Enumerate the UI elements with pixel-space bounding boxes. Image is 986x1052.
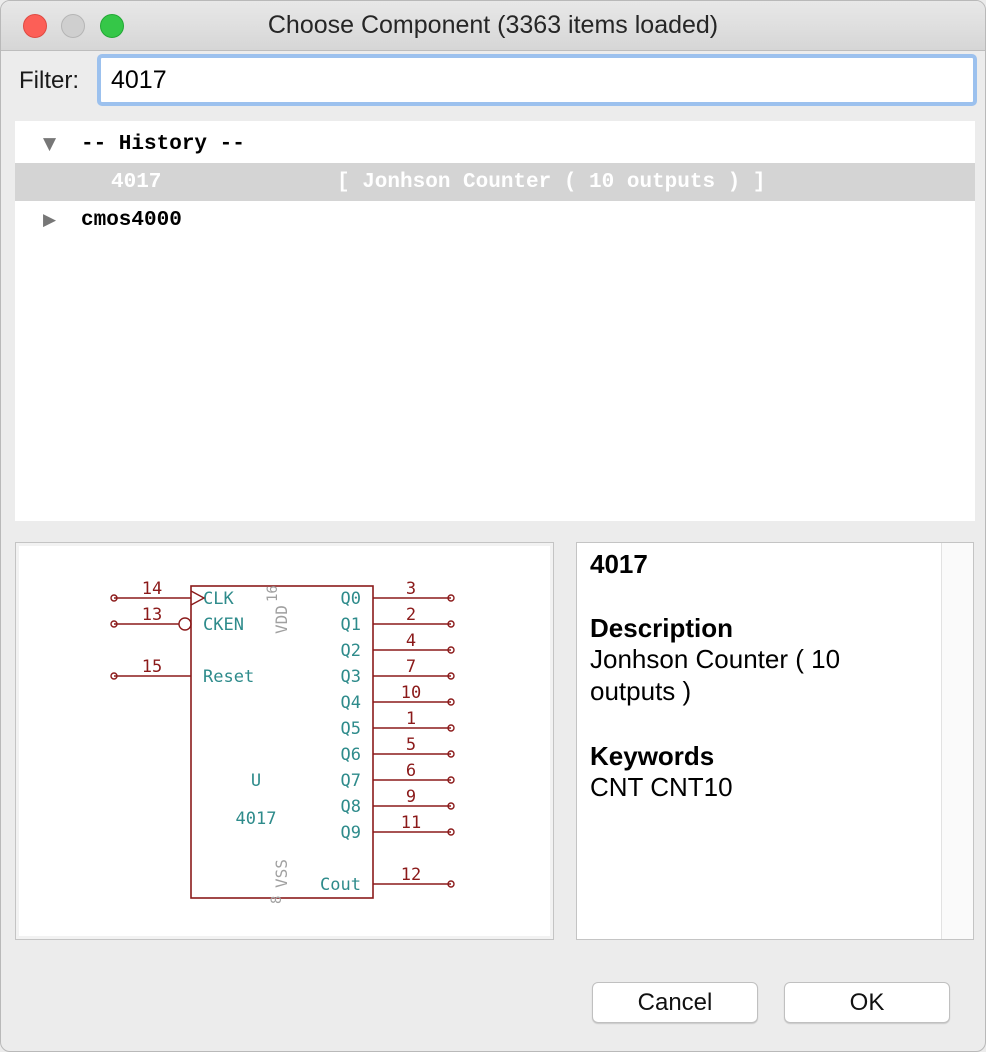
window-title: Choose Component (3363 items loaded): [267, 11, 719, 39]
details-scrollbar[interactable]: [941, 543, 973, 939]
history-item-description: [ Jonhson Counter ( 10 outputs ) ]: [337, 171, 766, 194]
details-panel: 4017 Description Jonhson Counter ( 10 ou…: [576, 542, 974, 940]
filter-label: Filter:: [19, 67, 79, 94]
pin-number: 9: [406, 787, 416, 807]
ok-button[interactable]: OK: [784, 982, 950, 1023]
history-item-name: 4017: [111, 171, 162, 194]
symbol-preview-panel: 14 CLK 13 CKEN 15 Reset 3 Q0 2 Q1 4 Q2 7 Q3 10 Q4 1 Q5 5 Q6…: [15, 542, 554, 940]
symbol-reference: U: [251, 771, 261, 791]
pin-number: 2: [406, 605, 416, 625]
symbol-value: 4017: [236, 809, 277, 829]
pin-number: 3: [406, 579, 416, 599]
pin-name: CLK: [203, 589, 234, 609]
pin-name: Q5: [341, 719, 361, 739]
pin-number: 11: [401, 813, 421, 833]
pin-name: Q9: [341, 823, 361, 843]
history-label: -- History --: [81, 133, 245, 156]
vss-pin-number: 8: [269, 896, 285, 904]
choose-component-dialog: Choose Component (3363 items loaded) Fil…: [0, 0, 986, 1052]
pin-name: Q2: [341, 641, 361, 661]
pin-number: 15: [142, 657, 162, 677]
filter-input[interactable]: [97, 54, 977, 106]
pin-number: 5: [406, 735, 416, 755]
cancel-button[interactable]: Cancel: [592, 982, 758, 1023]
schematic-symbol: 14 CLK 13 CKEN 15 Reset 3 Q0 2 Q1 4 Q2 7 Q3 10 Q4 1 Q5 5 Q6…: [110, 579, 455, 904]
pin-name: Q1: [341, 615, 361, 635]
pin-name: Q6: [341, 745, 361, 765]
vdd-pin-name: VDD: [272, 605, 291, 634]
component-tree[interactable]: ▼ -- History -- 4017 [ Jonhson Counter (…: [15, 121, 975, 521]
keywords-heading: Keywords: [590, 741, 715, 771]
pin-number: 10: [401, 683, 421, 703]
pin-number: 13: [142, 605, 162, 625]
tree-row-history-item[interactable]: 4017 [ Jonhson Counter ( 10 outputs ) ]: [15, 163, 975, 201]
title-bar: Choose Component (3363 items loaded): [1, 1, 985, 51]
pin-number: 7: [406, 657, 416, 677]
pin-number: 14: [142, 579, 162, 599]
pin-number: 6: [406, 761, 416, 781]
tree-row-library-cmos4000[interactable]: ▶ cmos4000: [15, 201, 975, 239]
description-heading: Description: [590, 613, 734, 643]
tree-row-history[interactable]: ▼ -- History --: [15, 125, 975, 163]
pin-name: Q4: [341, 693, 361, 713]
vdd-pin-number: 16: [265, 585, 281, 602]
details-component-name: 4017: [590, 549, 648, 579]
description-text: Jonhson Counter ( 10 outputs ): [590, 644, 841, 706]
pin-number: 1: [406, 709, 416, 729]
pin-name: Cout: [320, 875, 361, 895]
keywords-text: CNT CNT10: [590, 772, 733, 802]
pin-name: Reset: [203, 667, 254, 687]
pin-name: Q8: [341, 797, 361, 817]
pin-name: Q0: [341, 589, 361, 609]
pin-name: Q7: [341, 771, 361, 791]
pin-number: 12: [401, 865, 421, 885]
collapsed-arrow-icon[interactable]: ▶: [43, 210, 56, 230]
vss-pin-name: VSS: [272, 859, 291, 888]
library-label: cmos4000: [81, 209, 182, 232]
pin-name: Q3: [341, 667, 361, 687]
inversion-bubble: [178, 617, 192, 631]
expanded-arrow-icon[interactable]: ▼: [43, 134, 56, 154]
pin-name: CKEN: [203, 615, 244, 635]
pin-number: 4: [406, 631, 416, 651]
